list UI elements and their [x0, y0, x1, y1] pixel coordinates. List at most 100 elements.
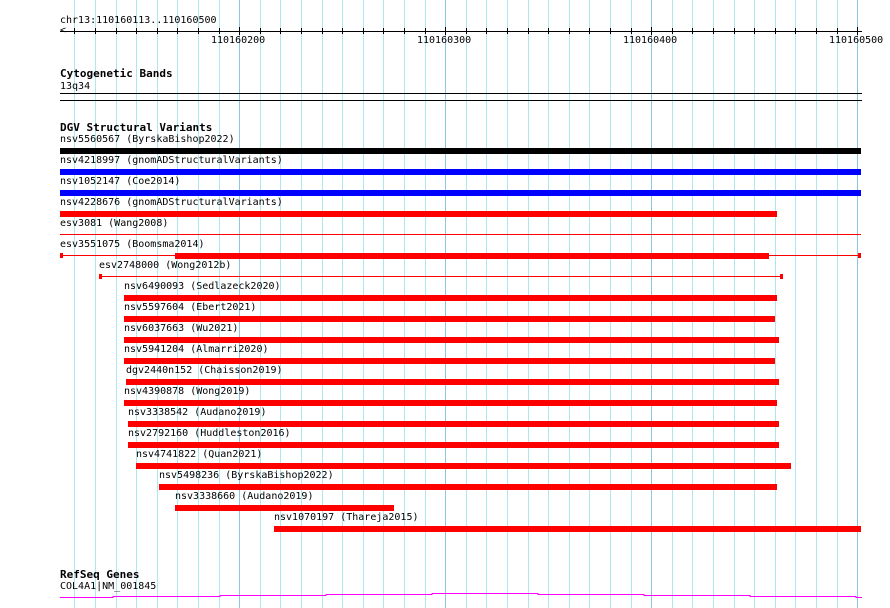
variant-bar[interactable] [124, 337, 779, 343]
ruler-tick [301, 28, 302, 34]
ruler-tick [837, 28, 838, 34]
ruler-tick [672, 28, 673, 34]
grid-line [548, 0, 549, 608]
refseq-track-title: RefSeq Genes [60, 568, 140, 581]
ruler-tick [445, 27, 446, 35]
grid-line [837, 0, 838, 608]
grid-line [795, 0, 796, 608]
variant-label: esv2748000 (Wong2012b) [99, 260, 232, 271]
variant-label: nsv2792160 (Huddleston2016) [128, 428, 291, 439]
variant-label: nsv3338542 (Audano2019) [128, 407, 267, 418]
grid-line [116, 0, 117, 608]
variant-label: nsv4741822 (Quan2021) [136, 449, 263, 460]
variant-line[interactable] [60, 234, 861, 235]
variant-bar[interactable] [124, 358, 775, 364]
ruler-tick [322, 28, 323, 34]
cytoband-label: 13q34 [60, 81, 91, 92]
ruler-tick [95, 28, 96, 34]
ruler-tick [219, 28, 220, 34]
ruler-tick [383, 28, 384, 34]
variant-bar[interactable] [124, 316, 775, 322]
track-divider [60, 100, 862, 101]
grid-line [569, 0, 570, 608]
variant-bar[interactable] [128, 421, 779, 427]
variant-label: nsv5498236 (ByrskaBishop2022) [159, 470, 334, 481]
cytoband-track-title: Cytogenetic Bands [60, 67, 173, 80]
variant-bar[interactable] [124, 400, 777, 406]
grid-line [713, 0, 714, 608]
ruler-tick-label: 110160400 [623, 35, 678, 46]
ruler-tick [692, 28, 693, 34]
grid-line [445, 0, 446, 608]
variant-bar[interactable] [175, 505, 394, 511]
grid-line [816, 0, 817, 608]
variant-line[interactable] [99, 276, 783, 277]
grid-line [486, 0, 487, 608]
variant-bar[interactable] [60, 211, 777, 217]
grid-line [507, 0, 508, 608]
dgv-track-title: DGV Structural Variants [60, 121, 213, 134]
variant-end-cap [99, 274, 102, 279]
ruler-tick [857, 27, 858, 35]
variant-end-cap [780, 274, 783, 279]
ruler-tick [651, 27, 652, 35]
ruler-tick [610, 28, 611, 34]
variant-label: nsv3338660 (Audano2019) [175, 491, 314, 502]
variant-thick-bar[interactable] [175, 253, 769, 259]
ruler-tick [589, 28, 590, 34]
scroll-left-arrow-icon[interactable]: < [60, 26, 66, 36]
ruler-tick [136, 28, 137, 34]
ruler-tick [74, 28, 75, 34]
variant-bar[interactable] [274, 526, 861, 532]
ruler-tick [795, 28, 796, 34]
ruler-tick [548, 28, 549, 34]
variant-label: dgv2440n152 (Chaisson2019) [126, 365, 283, 376]
ruler-tick [404, 28, 405, 34]
variant-label: nsv6037663 (Wu2021) [124, 323, 239, 334]
grid-line [425, 0, 426, 608]
variant-bar[interactable] [60, 169, 861, 175]
grid-line [775, 0, 776, 608]
variant-label: nsv1052147 (Coe2014) [60, 176, 181, 187]
variant-label: nsv1070197 (Thareja2015) [274, 512, 419, 523]
ruler-tick [569, 28, 570, 34]
variant-bar[interactable] [124, 295, 777, 301]
variant-label: nsv5597604 (Ebert2021) [124, 302, 257, 313]
variant-bar[interactable] [60, 190, 861, 196]
ruler-tick [713, 28, 714, 34]
ruler-tick [816, 28, 817, 34]
ruler-tick-label: 110160500 [829, 35, 884, 46]
ruler-tick [260, 28, 261, 34]
grid-line [631, 0, 632, 608]
ruler-tick [486, 28, 487, 34]
variant-label: nsv5941204 (Almarri2020) [124, 344, 269, 355]
variant-bar[interactable] [126, 379, 779, 385]
variant-end-cap [60, 253, 63, 258]
ruler-tick [342, 28, 343, 34]
ruler-tick [177, 28, 178, 34]
variant-bar[interactable] [136, 463, 791, 469]
grid-line [589, 0, 590, 608]
grid-line [466, 0, 467, 608]
variant-label: esv3551075 (Boomsma2014) [60, 239, 205, 250]
cytoband-bar[interactable] [60, 93, 862, 94]
ruler-tick-label: 110160300 [417, 35, 472, 46]
ruler-tick [363, 28, 364, 34]
variant-bar[interactable] [128, 442, 779, 448]
gene-intron-line[interactable] [0, 590, 890, 604]
ruler-line [60, 31, 862, 32]
grid-line [692, 0, 693, 608]
variant-label: nsv5560567 (ByrskaBishop2022) [60, 134, 235, 145]
ruler-tick [157, 28, 158, 34]
variant-label: esv3081 (Wang2008) [60, 218, 169, 229]
ruler-tick [466, 28, 467, 34]
grid-line [651, 0, 652, 608]
ruler-tick [631, 28, 632, 34]
ruler-tick [425, 28, 426, 34]
variant-label: nsv4390878 (Wong2019) [124, 386, 251, 397]
variant-bar[interactable] [60, 148, 861, 154]
ruler-tick [754, 28, 755, 34]
grid-line [260, 0, 261, 608]
variant-bar[interactable] [159, 484, 777, 490]
ruler-tick [239, 27, 240, 35]
